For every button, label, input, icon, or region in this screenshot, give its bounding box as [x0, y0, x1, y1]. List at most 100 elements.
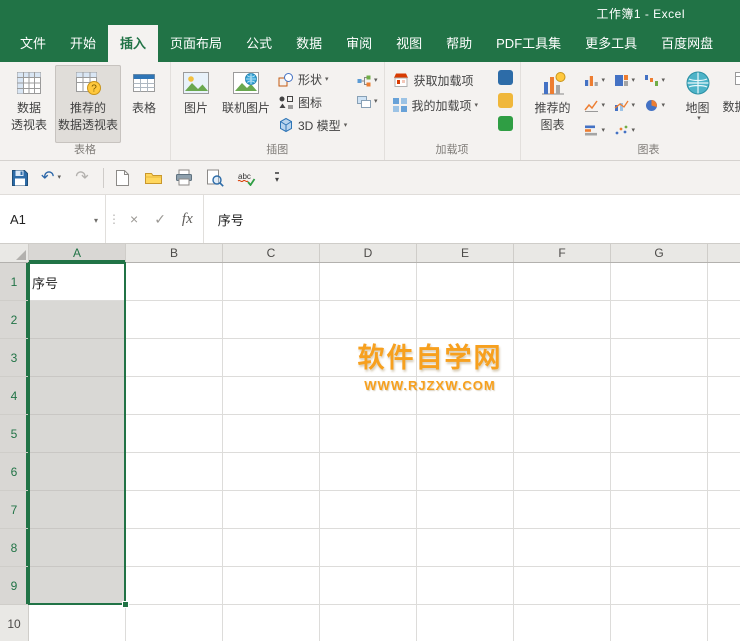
- my-addins-icon: [392, 98, 407, 112]
- row-header-3[interactable]: 3: [0, 339, 28, 377]
- tab-view[interactable]: 视图: [384, 25, 434, 62]
- customize-quick-access-button[interactable]: ▾: [265, 165, 289, 191]
- row-header-6[interactable]: 6: [0, 453, 28, 491]
- cancel-button[interactable]: ×: [122, 195, 146, 243]
- addin-shortcut-icon[interactable]: [497, 70, 513, 85]
- print-button[interactable]: [172, 165, 196, 191]
- formula-bar-handle[interactable]: ⋮: [106, 195, 122, 243]
- row-header-2[interactable]: 2: [0, 301, 28, 339]
- 3d-models-button[interactable]: 3D 模型 ▾: [275, 114, 353, 136]
- window-title: 工作簿1 - Excel: [596, 7, 685, 21]
- addin-shortcut-icon[interactable]: [497, 116, 513, 131]
- recommended-charts-button[interactable]: 推荐的 图表: [526, 65, 580, 143]
- combo-chart-button[interactable]: ▾: [613, 99, 643, 112]
- recommended-pivottable-button[interactable]: ? 推荐的 数据透视表: [55, 65, 121, 143]
- tab-page-layout[interactable]: 页面布局: [158, 25, 234, 62]
- insert-function-button[interactable]: fx: [174, 195, 201, 243]
- row-header-7[interactable]: 7: [0, 491, 28, 529]
- cells-area[interactable]: [29, 263, 740, 641]
- column-header-partial[interactable]: [708, 244, 740, 262]
- open-folder-icon: [144, 172, 162, 184]
- open-folder-button[interactable]: [141, 165, 165, 191]
- pivotchart-button[interactable]: 数据透视图: [722, 65, 740, 143]
- column-header-b[interactable]: B: [126, 244, 223, 262]
- column-header-a[interactable]: A: [29, 244, 126, 262]
- row-header-4[interactable]: 4: [0, 377, 28, 415]
- formula-input[interactable]: 序号: [206, 195, 740, 243]
- row-header-column: 1 2 3 4 5 6 7 8 9 10: [0, 263, 29, 641]
- chevron-down-icon: ▾: [601, 127, 606, 134]
- my-addins-button[interactable]: 我的加载项 ▾: [389, 93, 493, 117]
- quick-access-toolbar: ↶ ▾ ↷ abc ▾: [0, 161, 740, 195]
- row-header-9[interactable]: 9: [0, 567, 28, 605]
- svg-text:abc: abc: [238, 172, 251, 181]
- tab-help[interactable]: 帮助: [434, 25, 484, 62]
- ribbon-group-charts: 推荐的 图表 ▾ ▾ ▾ ▾ ▾ ▾ ▾ ▾ 地图 ▾ 数 图表: [521, 62, 740, 160]
- hierarchy-chart-button[interactable]: ▾: [613, 74, 643, 87]
- spelling-check-button[interactable]: abc: [234, 165, 258, 191]
- save-button[interactable]: [8, 165, 32, 191]
- enter-button[interactable]: ✓: [146, 195, 174, 243]
- screenshot-button[interactable]: ▾: [355, 91, 380, 112]
- screenshot-icon: [357, 95, 371, 108]
- column-chart-button[interactable]: ▾: [583, 74, 613, 87]
- smartart-button[interactable]: ▾: [355, 70, 380, 91]
- tab-file[interactable]: 文件: [8, 25, 58, 62]
- row-header-8[interactable]: 8: [0, 529, 28, 567]
- toolbar-separator: [103, 167, 104, 188]
- redo-button[interactable]: ↷: [70, 165, 94, 191]
- column-chart-icon: [584, 76, 598, 86]
- column-header-g[interactable]: G: [611, 244, 708, 262]
- waterfall-chart-button[interactable]: ▾: [643, 74, 673, 87]
- group-label-tables: 表格: [74, 144, 96, 156]
- pie-chart-button[interactable]: ▾: [643, 99, 673, 112]
- smartart-icon: [357, 75, 371, 86]
- table-button[interactable]: 表格: [123, 65, 165, 143]
- tab-more-tools[interactable]: 更多工具: [573, 25, 649, 62]
- chevron-down-icon: ▾: [601, 77, 606, 84]
- tab-review[interactable]: 审阅: [334, 25, 384, 62]
- combo-chart-icon: [614, 100, 629, 111]
- picture-icon: [182, 68, 210, 98]
- chevron-down-icon: ▾: [93, 216, 98, 225]
- get-addins-button[interactable]: 获取加载项: [389, 68, 493, 92]
- group-label-addins: 加载项: [435, 144, 469, 156]
- recommended-chart-icon: [540, 68, 566, 98]
- fill-handle[interactable]: [122, 601, 129, 608]
- addin-shortcut-icon[interactable]: [497, 93, 513, 108]
- tab-home[interactable]: 开始: [58, 25, 108, 62]
- maps-button[interactable]: 地图 ▾: [676, 65, 720, 143]
- chevron-down-icon: ▾: [474, 101, 479, 109]
- select-all-button[interactable]: [0, 244, 29, 262]
- tab-data[interactable]: 数据: [284, 25, 334, 62]
- row-header-10[interactable]: 10: [0, 605, 28, 641]
- print-preview-icon: [207, 169, 224, 187]
- spelling-check-icon: abc: [237, 172, 255, 186]
- shapes-button[interactable]: 形状 ▾: [275, 68, 353, 90]
- line-chart-button[interactable]: ▾: [583, 99, 613, 112]
- scatter-chart-button[interactable]: ▾: [613, 124, 643, 137]
- tab-baidu-netdisk[interactable]: 百度网盘: [649, 25, 725, 62]
- column-header-e[interactable]: E: [417, 244, 514, 262]
- toolbar-separator: [202, 195, 204, 243]
- pictures-button[interactable]: 图片: [176, 65, 216, 143]
- tab-pdf-tools[interactable]: PDF工具集: [484, 25, 573, 62]
- pie-chart-icon: [645, 100, 657, 111]
- pivottable-button[interactable]: 数据 透视表: [5, 65, 53, 143]
- bar-chart-button[interactable]: ▾: [583, 124, 613, 137]
- name-box[interactable]: A1 ▾: [0, 195, 106, 243]
- icons-button[interactable]: 图标: [275, 91, 353, 113]
- column-header-f[interactable]: F: [514, 244, 611, 262]
- tab-insert[interactable]: 插入: [108, 25, 159, 62]
- tab-formulas[interactable]: 公式: [234, 25, 284, 62]
- row-header-5[interactable]: 5: [0, 415, 28, 453]
- online-pictures-button[interactable]: 联机图片: [218, 65, 274, 143]
- undo-button[interactable]: ↶ ▾: [39, 165, 63, 191]
- new-file-button[interactable]: [110, 165, 134, 191]
- column-header-d[interactable]: D: [320, 244, 417, 262]
- svg-text:?: ?: [91, 84, 97, 95]
- column-header-c[interactable]: C: [223, 244, 320, 262]
- shapes-icon: [278, 72, 293, 86]
- row-header-1[interactable]: 1: [0, 263, 28, 301]
- print-preview-button[interactable]: [203, 165, 227, 191]
